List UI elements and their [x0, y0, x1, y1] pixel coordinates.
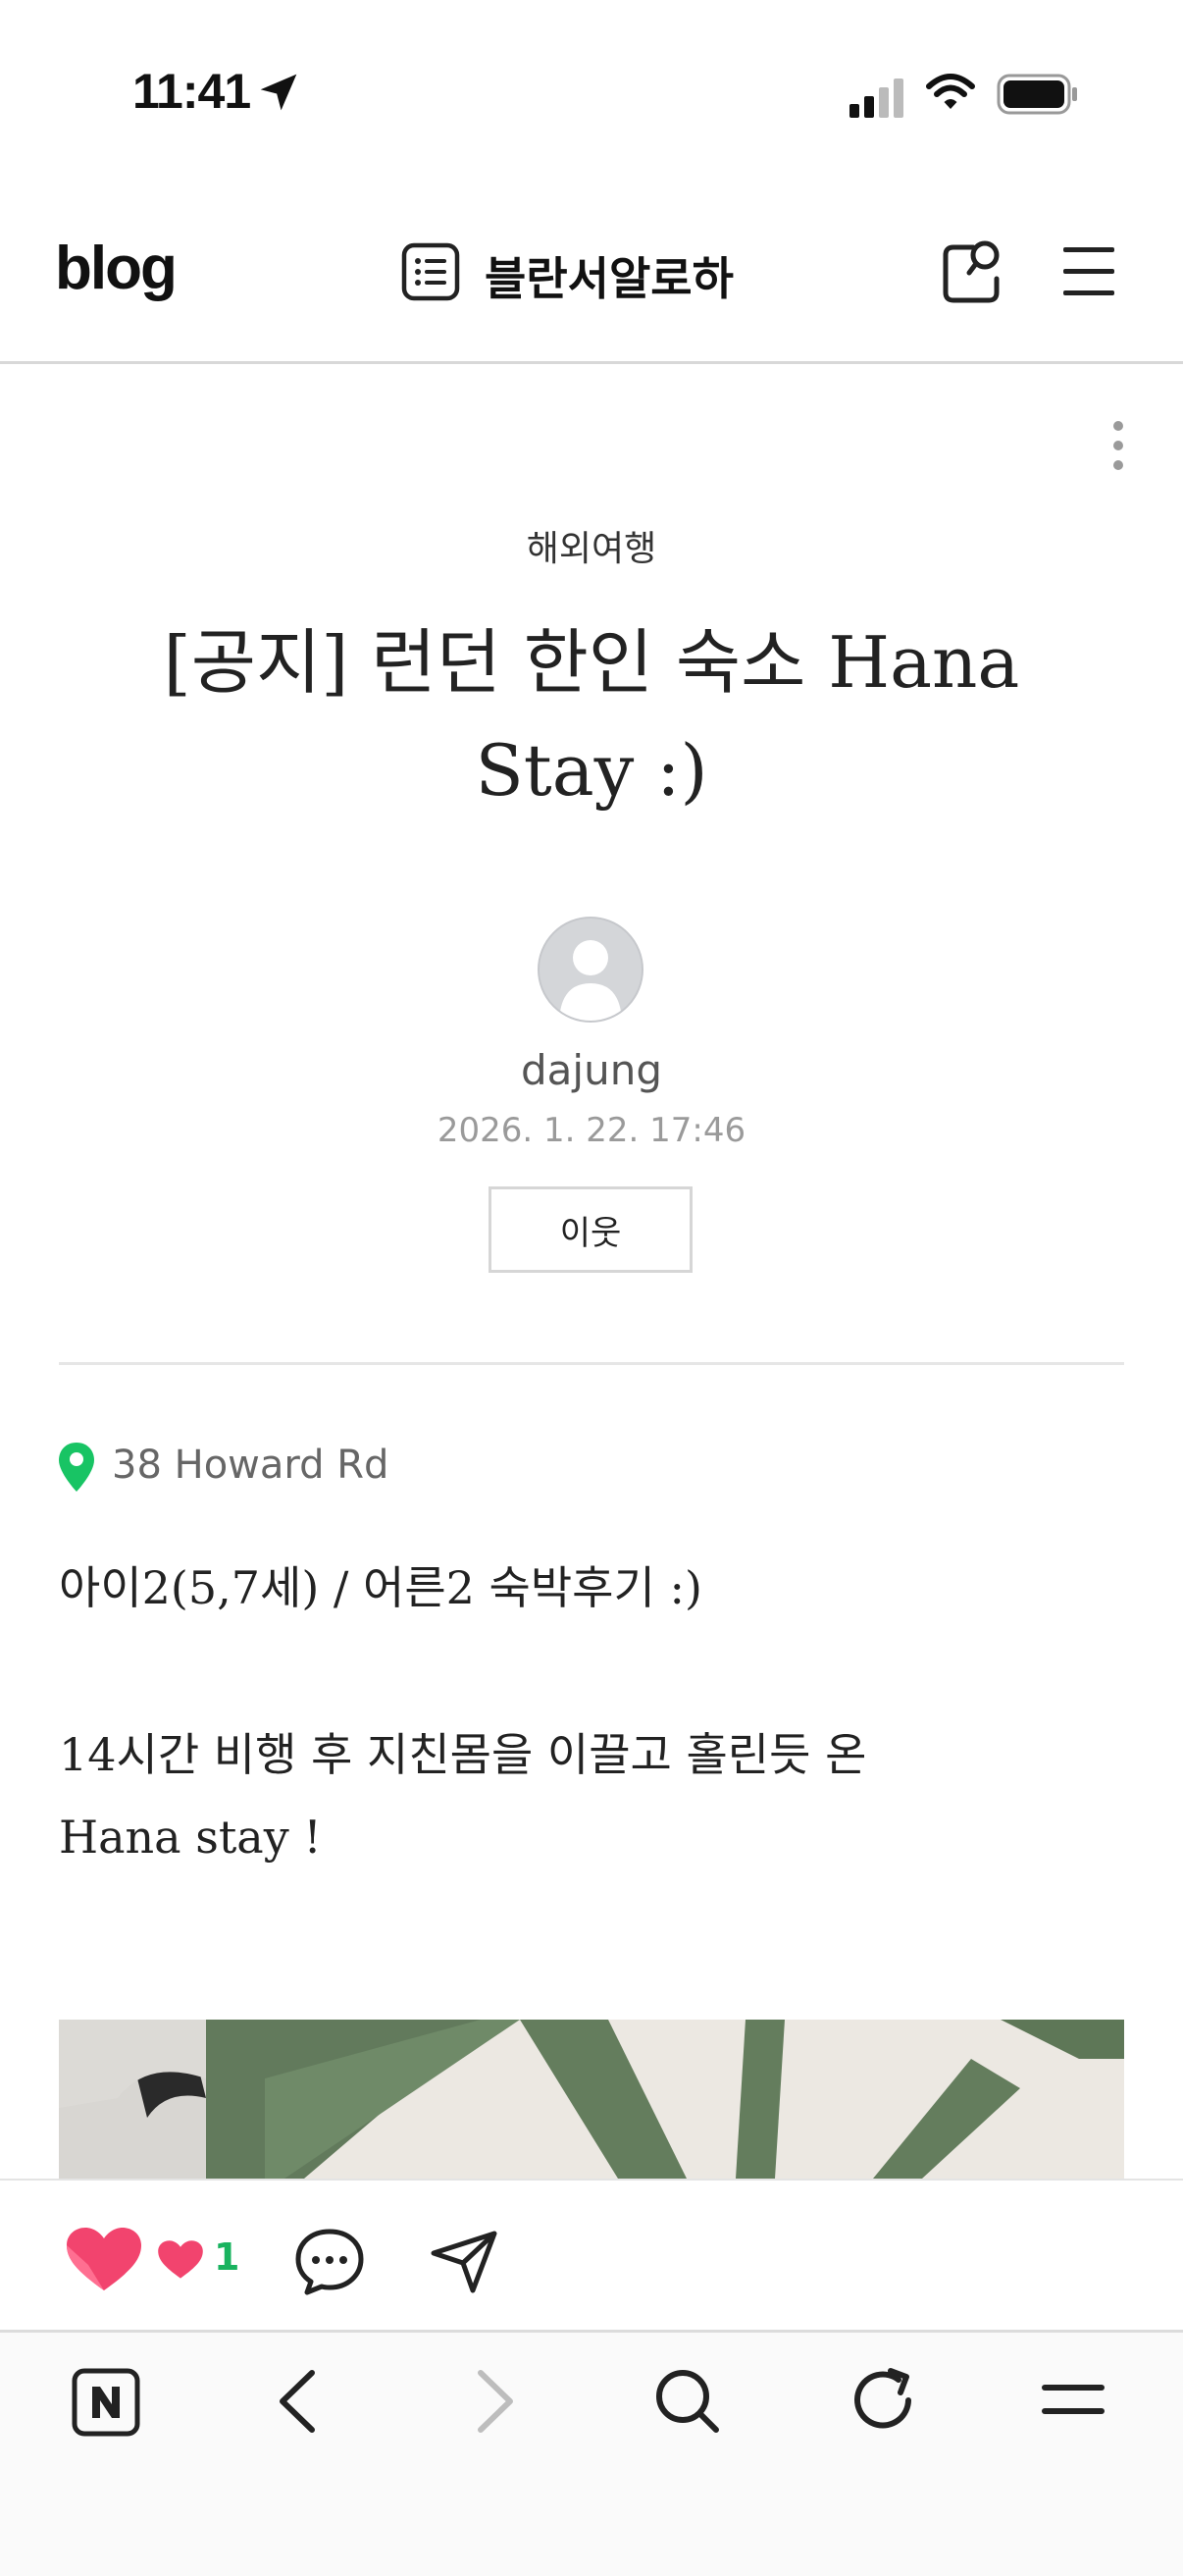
back-arrow-icon[interactable]	[275, 2369, 324, 2434]
forward-arrow-icon	[478, 2370, 513, 2433]
author-name[interactable]: dajung	[0, 1046, 1183, 1094]
avatar[interactable]	[538, 917, 643, 1023]
post-paragraph: 14시간 비행 후 지친몸을 이끌고 홀린듯 온 Hana stay !	[59, 1713, 1040, 1878]
search-icon[interactable]	[651, 2365, 722, 2436]
post-date: 2026. 1. 22. 17:46	[437, 1111, 746, 1150]
content-divider	[59, 1362, 1124, 1365]
default-profile-icon	[559, 940, 622, 1021]
hamburger-menu-icon[interactable]	[1061, 245, 1116, 298]
naver-home-icon[interactable]	[71, 2367, 141, 2438]
share-icon[interactable]	[430, 2230, 498, 2294]
like-count[interactable]: 1	[214, 2235, 239, 2279]
sympathy-heart-icon[interactable]	[157, 2239, 204, 2281]
location-link[interactable]: 38 Howard Rd	[112, 1443, 388, 1488]
add-neighbor-button[interactable]: 이웃	[489, 1186, 693, 1273]
location-arrow-icon	[260, 74, 297, 111]
menu-icon[interactable]	[1040, 2381, 1106, 2420]
post-title: [공지] 런던 한인 숙소 Hana Stay :)	[88, 608, 1095, 824]
photo-image	[59, 2020, 1124, 2179]
paragraph-line: Hana stay !	[59, 1811, 322, 1864]
comment-icon[interactable]	[294, 2228, 365, 2296]
wifi-icon	[926, 74, 975, 109]
post-category[interactable]: 해외여행	[0, 520, 1183, 571]
blog-name[interactable]: 블란서알로하	[485, 243, 734, 308]
cellular-signal-icon	[849, 79, 903, 118]
header-divider	[0, 361, 1183, 364]
status-time: 11:41	[132, 64, 251, 119]
my-news-search-icon[interactable]	[940, 236, 1008, 306]
like-heart-icon[interactable]	[65, 2226, 143, 2294]
browser-toolbar	[0, 2330, 1183, 2576]
post-paragraph: 아이2(5,7세) / 어른2 숙박후기 :)	[59, 1561, 702, 1614]
reload-icon[interactable]	[848, 2365, 918, 2436]
category-list-icon[interactable]	[400, 241, 461, 302]
post-photo[interactable]	[59, 2020, 1124, 2179]
post-title-line1: [공지] 런던 한인 숙소 Hana	[163, 621, 1020, 704]
location-pin-icon	[59, 1443, 94, 1492]
more-options-icon[interactable]	[1108, 420, 1128, 471]
blog-logo[interactable]: blog	[55, 234, 178, 303]
post-title-line2: Stay :)	[475, 729, 708, 812]
paragraph-line: 14시간 비행 후 지친몸을 이끌고 홀린듯 온	[59, 1728, 867, 1781]
battery-icon	[997, 74, 1077, 115]
